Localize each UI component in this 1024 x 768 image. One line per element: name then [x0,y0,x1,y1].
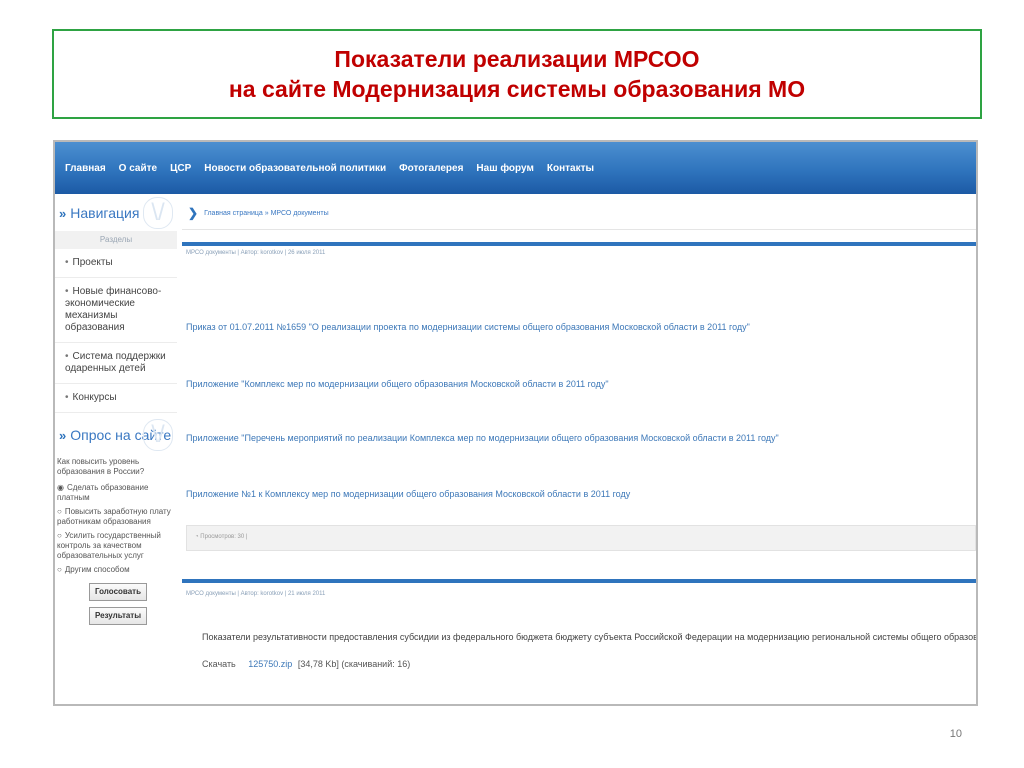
nav-home[interactable]: Главная [65,163,106,174]
page-number: 10 [949,728,962,740]
bullet-icon: • [65,351,69,362]
double-chevron-icon: » [59,427,67,443]
poll-option-label: Другим способом [64,565,130,574]
poll-header: » Опрос на сайте \/ [55,419,177,451]
slide-title-line-1: Показатели реализации МРСОО [334,46,700,72]
performance-text: Показатели результативности предоставлен… [202,632,978,642]
poll-option[interactable]: ○ Повысить заработную плату работникам об… [55,505,177,529]
radio-selected-icon[interactable]: ◉ [57,483,64,492]
poll-option[interactable]: ○ Усилить государственный контроль за кач… [55,529,177,563]
radio-icon[interactable]: ○ [57,507,62,516]
sidebar-item-projects[interactable]: • Проекты [55,249,177,278]
download-file-link[interactable]: 125750.zip [248,659,292,669]
poll-option-label: Сделать образование платным [57,483,149,502]
document-link[interactable]: Приложение №1 к Комплексу мер по модерни… [186,489,630,499]
poll-option[interactable]: ○ Другим способом [55,563,177,577]
top-navigation: Главная О сайте ЦСР Новости образователь… [55,142,976,194]
nav-about[interactable]: О сайте [119,163,157,174]
vote-button[interactable]: Голосовать [89,583,147,601]
slide-title-line-2: на сайте Модернизация системы образовани… [228,76,806,102]
sidebar-item-gifted-children[interactable]: • Система поддержки одаренных детей [55,343,177,384]
views-count: Просмотров: 30 | [200,534,248,540]
article-meta: МРСО документы | Автор: korotkov | 21 ию… [186,591,326,597]
bullet-icon: • [65,257,69,268]
poll-option-label: Повысить заработную плату работникам обр… [57,507,171,526]
sidebar-item-label: Проекты [72,257,113,268]
document-link[interactable]: Приложение "Перечень мероприятий по реал… [186,433,779,443]
bullet-icon: • [65,286,69,297]
nav-news[interactable]: Новости образовательной политики [204,163,386,174]
download-info: [34,78 Kb] (скачиваний: 16) [297,659,411,669]
radio-icon[interactable]: ○ [57,531,62,540]
swoosh-logo-icon: \/ [143,197,173,229]
swoosh-logo-icon: \/ [143,419,173,451]
radio-icon[interactable]: ○ [57,565,62,574]
article-meta: МРСО документы | Автор: korotkov | 26 ию… [186,250,326,256]
download-row: Скачать 125750.zip [34,78 Kb] (скачивани… [202,659,410,669]
sidebar-item-label: Система поддержки одаренных детей [65,351,166,374]
breadcrumb-text[interactable]: Главная страница » МРСО документы [204,210,329,217]
document-link[interactable]: Приказ от 01.07.2011 №1659 "О реализации… [186,322,750,332]
results-button[interactable]: Результаты [89,607,147,625]
sidebar-item-label: Новые финансово-экономические механизмы … [65,286,162,333]
section-divider [182,579,976,583]
double-chevron-icon: » [59,205,67,221]
nav-forum[interactable]: Наш форум [476,163,533,174]
nav-title: Навигация [70,205,140,221]
nav-contacts[interactable]: Контакты [547,163,594,174]
bullet-icon: • [65,392,69,403]
views-bar: ◔ Просмотров: 30 | [186,525,976,551]
sidebar-item-finance[interactable]: • Новые финансово-экономические механизмы… [55,278,177,343]
poll-option[interactable]: ◉ Сделать образование платным [55,481,177,505]
nav-gallery[interactable]: Фотогалерея [399,163,463,174]
sidebar: » Навигация \/ Разделы • Проекты • Новые ф… [55,197,177,704]
main-content: ❯ Главная страница » МРСО документы МРСО… [182,197,976,704]
poll-option-label: Усилить государственный контроль за каче… [57,531,161,560]
poll-question: Как повысить уровень образования в Росси… [57,457,145,476]
website-screenshot: Главная О сайте ЦСР Новости образователь… [53,140,978,706]
nav-csr[interactable]: ЦСР [170,163,191,174]
sections-label: Разделы [55,231,177,249]
breadcrumb: ❯ Главная страница » МРСО документы [182,197,976,230]
chevron-right-icon: ❯ [188,206,199,220]
sidebar-item-label: Конкурсы [72,392,117,403]
document-link[interactable]: Приложение "Комплекс мер по модернизации… [186,379,609,389]
nav-header: » Навигация \/ [55,197,177,229]
slide-title-box: Показатели реализации МРСОО на сайте Мод… [52,29,982,119]
download-label: Скачать [202,659,236,669]
sidebar-item-contests[interactable]: • Конкурсы [55,384,177,413]
